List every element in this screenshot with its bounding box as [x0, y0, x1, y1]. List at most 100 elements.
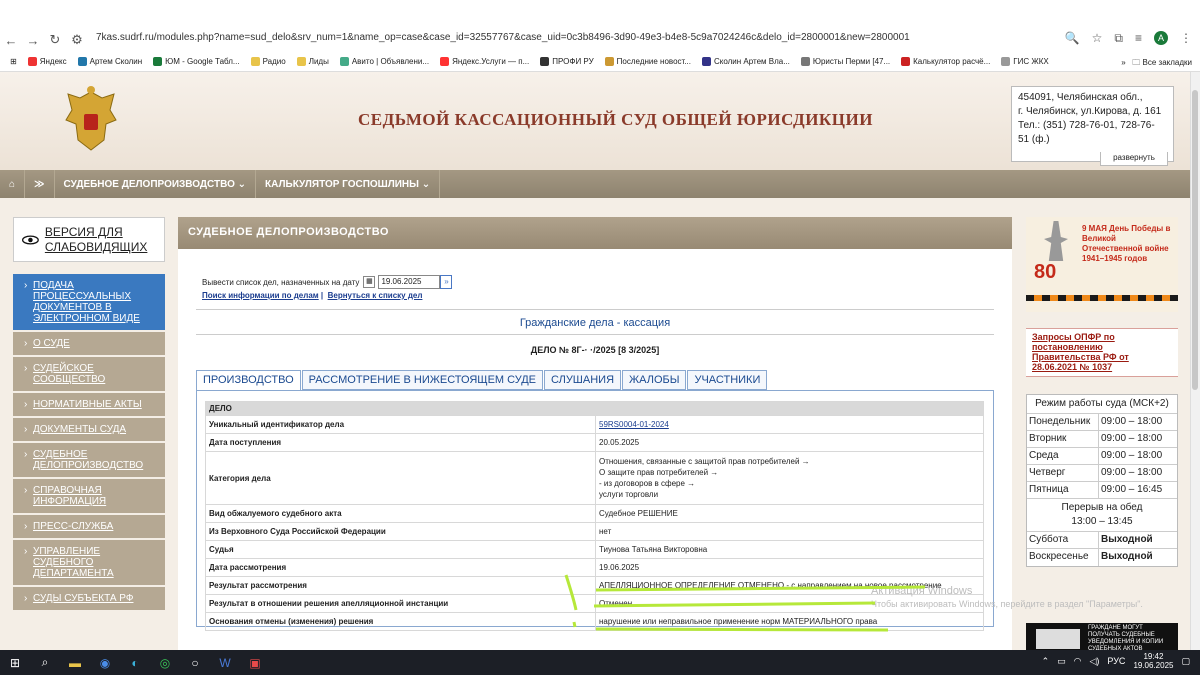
tab-participants[interactable]: УЧАСТНИКИ [687, 370, 768, 390]
case-table: ДЕЛО Уникальный идентификатор дела 59RS00… [205, 401, 984, 631]
file-explorer-icon[interactable]: ▬ [60, 650, 90, 675]
bookmark[interactable]: Калькулятор расчё... [901, 57, 990, 66]
url-text[interactable]: 7kas.sudrf.ru/modules.php?name=sud_delo&… [96, 32, 910, 43]
site-header: СЕДЬМОЙ КАССАЦИОННЫЙ СУД ОБЩЕЙ ЮРИСДИКЦИ… [0, 72, 1190, 170]
table-row: Вид обжалуемого судебного акта Судебное Р… [205, 504, 984, 523]
opfr-link[interactable]: Запросы ОПФР по постановлению Правительс… [1026, 328, 1178, 377]
bookmark[interactable]: Яндекс.Услуги — п... [440, 57, 529, 66]
address-bar: ← → ↻ ⚙ 7kas.sudrf.ru/modules.php?name=s… [0, 28, 1200, 52]
date-label: Вывести список дел, назначенных на дату [202, 277, 360, 287]
table-row: Результат рассмотрения АПЕЛЛЯЦИОННОЕ ОПРЕ… [205, 576, 984, 595]
bookmark[interactable]: Авито | Объявлени... [339, 57, 429, 66]
extensions-icon[interactable]: ⧉ [1114, 31, 1123, 46]
whatsapp-icon[interactable]: ◎ [150, 650, 180, 675]
nav-item-case-management[interactable]: СУДЕБНОЕ ДЕЛОПРОИЗВОДСТВО ⌄ [55, 170, 257, 198]
windows-start-icon[interactable]: ⊞ [0, 650, 30, 675]
star-icon[interactable]: ☆ [1092, 31, 1103, 46]
victory-day-banner[interactable]: 80 9 МАЯ День Победы в Великой Отечестве… [1026, 217, 1178, 312]
court-title: СЕДЬМОЙ КАССАЦИОННЫЙ СУД ОБЩЕЙ ЮРИСДИКЦИ… [358, 110, 873, 129]
table-row: Из Верховного Суда Российской Федерации н… [205, 522, 984, 541]
tab-strip [0, 0, 1200, 28]
back-icon[interactable]: ← [0, 33, 22, 48]
apps-icon[interactable]: ⊞ [10, 57, 17, 66]
word-icon[interactable]: W [210, 650, 240, 675]
case-tabs: ПРОИЗВОДСТВО РАССМОТРЕНИЕ В НИЖЕСТОЯЩЕМ … [196, 370, 768, 391]
tab-proceedings[interactable]: ПРОИЗВОДСТВО [196, 370, 301, 391]
banner-80: 80 [1034, 261, 1057, 283]
clock[interactable]: 19:42 19.06.2025 [1133, 652, 1173, 670]
network-icon[interactable]: ▭ [1057, 656, 1066, 667]
hours-row: Пятница 09:00 – 16:45 [1027, 482, 1177, 499]
menu-item-reference[interactable]: СПРАВОЧНАЯ ИНФОРМАЦИЯ [13, 479, 165, 515]
table-row: Основания отмены (изменения) решения нару… [205, 612, 984, 631]
menu-item-case-management[interactable]: СУДЕБНОЕ ДЕЛОПРОИЗВОДСТВО [13, 443, 165, 479]
menu-item-about[interactable]: О СУДЕ [13, 332, 165, 357]
hours-title: Режим работы суда (МСК+2) [1027, 395, 1177, 414]
banner-text: 9 МАЯ День Победы в Великой Отечественно… [1082, 224, 1171, 263]
bookmark[interactable]: ГИС ЖКХ [1001, 57, 1049, 66]
menu-item-e-filing[interactable]: ПОДАЧА ПРОЦЕССУАЛЬНЫХ ДОКУМЕНТОВ В ЭЛЕКТ… [13, 274, 165, 332]
bookmark[interactable]: Последние новост... [604, 57, 691, 66]
back-to-list-link[interactable]: Вернуться к списку дел [328, 291, 423, 300]
expand-button[interactable]: развернуть [1100, 152, 1168, 166]
bookmark[interactable]: Юристы Перми [47... [800, 57, 890, 66]
search-cases-link[interactable]: Поиск информации по делам [202, 291, 319, 300]
notifications-icon[interactable]: ▢ [1181, 656, 1190, 667]
bookmark[interactable]: Яндекс [27, 57, 67, 66]
menu-icon[interactable]: ⋮ [1180, 31, 1192, 46]
bookmark[interactable]: ПРОФИ РУ [540, 57, 594, 66]
bookmark[interactable]: Радио [250, 57, 286, 66]
address-box: 454091, Челябинская обл., г. Челябинск, … [1011, 86, 1174, 162]
nav-arrow-icon[interactable]: ≫ [25, 170, 55, 198]
menu-item-department[interactable]: УПРАВЛЕНИЕ СУДЕБНОГО ДЕПАРТАМЕНТА [13, 540, 165, 587]
hours-row: Четверг 09:00 – 18:00 [1027, 465, 1177, 482]
go-button[interactable]: » [440, 275, 453, 289]
bookmark[interactable]: Сколин Артем Вла... [701, 57, 790, 66]
menu-item-regulations[interactable]: НОРМАТИВНЫЕ АКТЫ [13, 393, 165, 418]
tab-hearings[interactable]: СЛУШАНИЯ [544, 370, 622, 390]
media-icon[interactable]: ≡ [1135, 31, 1142, 46]
table-header-row: ДЕЛО [205, 401, 984, 416]
chevron-up-icon[interactable]: ⌃ [1042, 656, 1050, 667]
home-icon[interactable]: ⌂ [0, 170, 26, 198]
menu-item-regional-courts[interactable]: СУДЫ СУБЪЕКТА РФ [13, 587, 165, 612]
all-bookmarks[interactable]: » 🗀 Все закладки [1121, 57, 1192, 71]
bookmark[interactable]: Лиды [296, 57, 329, 66]
chrome-icon[interactable]: ◉ [90, 650, 120, 675]
reload-icon[interactable]: ↻ [44, 32, 66, 48]
menu-item-judges[interactable]: СУДЕЙСКОЕ СООБЩЕСТВО [13, 357, 165, 393]
st-george-ribbon-icon [1026, 295, 1178, 301]
eye-icon [22, 234, 39, 245]
tab-lower-court[interactable]: РАССМОТРЕНИЕ В НИЖЕСТОЯЩЕМ СУДЕ [301, 370, 544, 390]
lunch-break: Перерыв на обед 13:00 – 13:45 [1027, 499, 1177, 532]
forward-icon[interactable]: → [22, 33, 44, 48]
pdf-icon[interactable]: ▣ [240, 650, 270, 675]
date-filter: Вывести список дел, назначенных на дату … [202, 275, 453, 289]
date-input[interactable]: 19.06.2025 [378, 275, 441, 289]
tab-complaints[interactable]: ЖАЛОБЫ [622, 370, 687, 390]
panel-links: Поиск информации по делам | Вернуться к … [202, 291, 423, 300]
bookmark[interactable]: ЮМ - Google Табл... [153, 57, 240, 66]
calendar-icon[interactable]: ▦ [363, 276, 376, 288]
notifications-banner[interactable]: ГРАЖДАНЕ МОГУТ ПОЛУЧАТЬ СУДЕБНЫЕ УВЕДОМЛ… [1026, 623, 1178, 650]
site-info-icon[interactable]: ⚙ [66, 32, 88, 48]
zoom-icon[interactable]: 🔍 [1065, 31, 1080, 46]
system-tray: ⌃ ▭ ◠ ◁) РУС 19:42 19.06.2025 ▢ [1042, 652, 1190, 670]
language-indicator[interactable]: РУС [1107, 656, 1125, 666]
main-nav: ⌂ ≫ СУДЕБНОЕ ДЕЛОПРОИЗВОДСТВО ⌄ КАЛЬКУЛЯ… [0, 170, 1190, 198]
bookmark[interactable]: Артем Сколин [77, 57, 142, 66]
low-vision-button[interactable]: ВЕРСИЯ ДЛЯ СЛАБОВИДЯЩИХ [13, 217, 165, 262]
case-uid-link[interactable]: 59RS0004-01-2024 [599, 420, 669, 429]
menu-item-documents[interactable]: ДОКУМЕНТЫ СУДА [13, 418, 165, 443]
search-icon[interactable]: ⌕ [30, 650, 60, 675]
app-icon[interactable]: ○ [180, 650, 210, 675]
nav-item-fee-calculator[interactable]: КАЛЬКУЛЯТОР ГОСПОШЛИНЫ ⌄ [256, 170, 441, 198]
profile-avatar[interactable]: A [1154, 31, 1168, 45]
screen: ← → ↻ ⚙ 7kas.sudrf.ru/modules.php?name=s… [0, 0, 1200, 675]
wifi-icon[interactable]: ◠ [1074, 656, 1082, 667]
edge-icon[interactable]: ◐ [120, 650, 150, 675]
menu-item-press[interactable]: ПРЕСС-СЛУЖБА [13, 515, 165, 540]
volume-icon[interactable]: ◁) [1089, 656, 1099, 667]
table-row: Дата поступления 20.05.2025 [205, 433, 984, 452]
scrollbar-thumb[interactable] [1192, 90, 1198, 390]
